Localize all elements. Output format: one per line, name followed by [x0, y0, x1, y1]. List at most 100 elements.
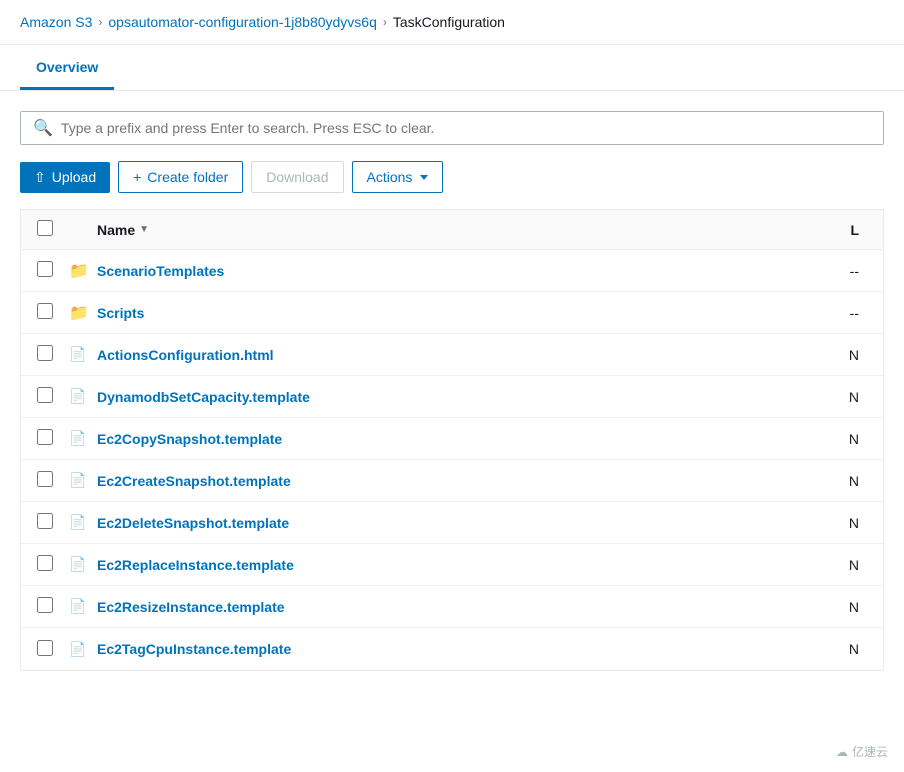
file-icon: 📄	[69, 556, 86, 572]
table-row: 📄 Ec2ResizeInstance.template N	[21, 586, 883, 628]
toolbar: ⇧ Upload + Create folder Download Action…	[20, 161, 884, 193]
main-content: 🔍 ⇧ Upload + Create folder Download Acti…	[0, 91, 904, 691]
row-name-col: Ec2CopySnapshot.template	[97, 431, 819, 447]
row-icon-col: 📄	[69, 514, 97, 531]
breadcrumb-folder: TaskConfiguration	[393, 14, 505, 30]
file-icon: 📄	[69, 598, 86, 614]
chevron-down-icon	[420, 175, 428, 180]
breadcrumb: Amazon S3 › opsautomator-configuration-1…	[0, 0, 904, 45]
watermark-text: 亿速云	[852, 743, 888, 760]
item-name-link[interactable]: Ec2TagCpuInstance.template	[97, 641, 291, 657]
upload-icon: ⇧	[34, 169, 46, 186]
row-last-col: N	[819, 557, 859, 573]
row-checkbox[interactable]	[37, 597, 53, 613]
file-icon: 📄	[69, 641, 86, 657]
row-icon-col: 📁	[69, 303, 97, 323]
tabs-bar: Overview	[0, 45, 904, 91]
table-header: Name ▼ L	[21, 210, 883, 250]
row-last-col: N	[819, 641, 859, 657]
row-icon-col: 📄	[69, 430, 97, 447]
upload-label: Upload	[52, 169, 96, 185]
row-checkbox-col	[37, 513, 69, 532]
row-last-col: N	[819, 347, 859, 363]
row-checkbox-col	[37, 261, 69, 280]
item-name-link[interactable]: Scripts	[97, 305, 144, 321]
header-last-col: L	[819, 222, 859, 238]
item-name-link[interactable]: ActionsConfiguration.html	[97, 347, 274, 363]
item-name-link[interactable]: Ec2CreateSnapshot.template	[97, 473, 291, 489]
row-checkbox-col	[37, 471, 69, 490]
row-name-col: Ec2CreateSnapshot.template	[97, 473, 819, 489]
download-button[interactable]: Download	[251, 161, 343, 193]
row-name-col: Ec2ReplaceInstance.template	[97, 557, 819, 573]
row-name-col: Ec2DeleteSnapshot.template	[97, 515, 819, 531]
actions-label: Actions	[367, 169, 413, 185]
row-checkbox[interactable]	[37, 345, 53, 361]
row-checkbox[interactable]	[37, 555, 53, 571]
folder-icon: 📁	[69, 263, 89, 280]
row-checkbox-col	[37, 303, 69, 322]
row-icon-col: 📄	[69, 346, 97, 363]
search-icon: 🔍	[33, 118, 53, 138]
item-name-link[interactable]: Ec2DeleteSnapshot.template	[97, 515, 289, 531]
search-input[interactable]	[61, 120, 871, 136]
html-file-icon: 📄	[69, 346, 86, 362]
item-name-link[interactable]: ScenarioTemplates	[97, 263, 224, 279]
row-icon-col: 📄	[69, 556, 97, 573]
table-row: 📄 DynamodbSetCapacity.template N	[21, 376, 883, 418]
create-folder-label: Create folder	[147, 169, 228, 185]
row-name-col: DynamodbSetCapacity.template	[97, 389, 819, 405]
create-folder-button[interactable]: + Create folder	[118, 161, 243, 193]
row-last-col: --	[819, 305, 859, 321]
item-name-link[interactable]: DynamodbSetCapacity.template	[97, 389, 310, 405]
plus-icon: +	[133, 169, 141, 185]
breadcrumb-sep-1: ›	[98, 15, 102, 29]
table-row: 📁 ScenarioTemplates --	[21, 250, 883, 292]
row-last-col: N	[819, 431, 859, 447]
table-row: 📄 Ec2CreateSnapshot.template N	[21, 460, 883, 502]
row-last-col: N	[819, 599, 859, 615]
row-checkbox-col	[37, 640, 69, 659]
select-all-checkbox[interactable]	[37, 220, 53, 236]
row-name-col: ActionsConfiguration.html	[97, 347, 819, 363]
row-checkbox[interactable]	[37, 513, 53, 529]
files-table: Name ▼ L 📁 ScenarioTemplates -- 📁 Script…	[20, 209, 884, 671]
row-icon-col: 📄	[69, 472, 97, 489]
row-icon-col: 📁	[69, 261, 97, 281]
file-icon: 📄	[69, 430, 86, 446]
row-checkbox-col	[37, 597, 69, 616]
row-checkbox-col	[37, 429, 69, 448]
breadcrumb-bucket[interactable]: opsautomator-configuration-1j8b80ydyvs6q	[108, 14, 377, 30]
upload-button[interactable]: ⇧ Upload	[20, 162, 110, 193]
folder-icon: 📁	[69, 305, 89, 322]
row-icon-col: 📄	[69, 641, 97, 658]
row-name-col: Ec2TagCpuInstance.template	[97, 641, 819, 657]
row-last-col: N	[819, 389, 859, 405]
file-icon: 📄	[69, 514, 86, 530]
tab-overview[interactable]: Overview	[20, 45, 114, 90]
table-row: 📄 Ec2DeleteSnapshot.template N	[21, 502, 883, 544]
table-row: 📄 Ec2CopySnapshot.template N	[21, 418, 883, 460]
item-name-link[interactable]: Ec2ResizeInstance.template	[97, 599, 285, 615]
breadcrumb-home[interactable]: Amazon S3	[20, 14, 92, 30]
row-checkbox[interactable]	[37, 387, 53, 403]
breadcrumb-sep-2: ›	[383, 15, 387, 29]
search-bar: 🔍	[20, 111, 884, 145]
row-checkbox[interactable]	[37, 303, 53, 319]
row-name-col: Scripts	[97, 305, 819, 321]
row-checkbox[interactable]	[37, 261, 53, 277]
row-checkbox-col	[37, 345, 69, 364]
header-name-col[interactable]: Name ▼	[97, 222, 819, 238]
row-last-col: N	[819, 515, 859, 531]
actions-button[interactable]: Actions	[352, 161, 444, 193]
row-checkbox[interactable]	[37, 429, 53, 445]
row-checkbox-col	[37, 555, 69, 574]
item-name-link[interactable]: Ec2CopySnapshot.template	[97, 431, 282, 447]
download-label: Download	[266, 169, 328, 185]
row-checkbox[interactable]	[37, 471, 53, 487]
table-body: 📁 ScenarioTemplates -- 📁 Scripts -- 📄 Ac…	[21, 250, 883, 670]
row-checkbox[interactable]	[37, 640, 53, 656]
item-name-link[interactable]: Ec2ReplaceInstance.template	[97, 557, 294, 573]
watermark-icon: ☁	[836, 745, 848, 759]
watermark: ☁ 亿速云	[836, 743, 888, 760]
